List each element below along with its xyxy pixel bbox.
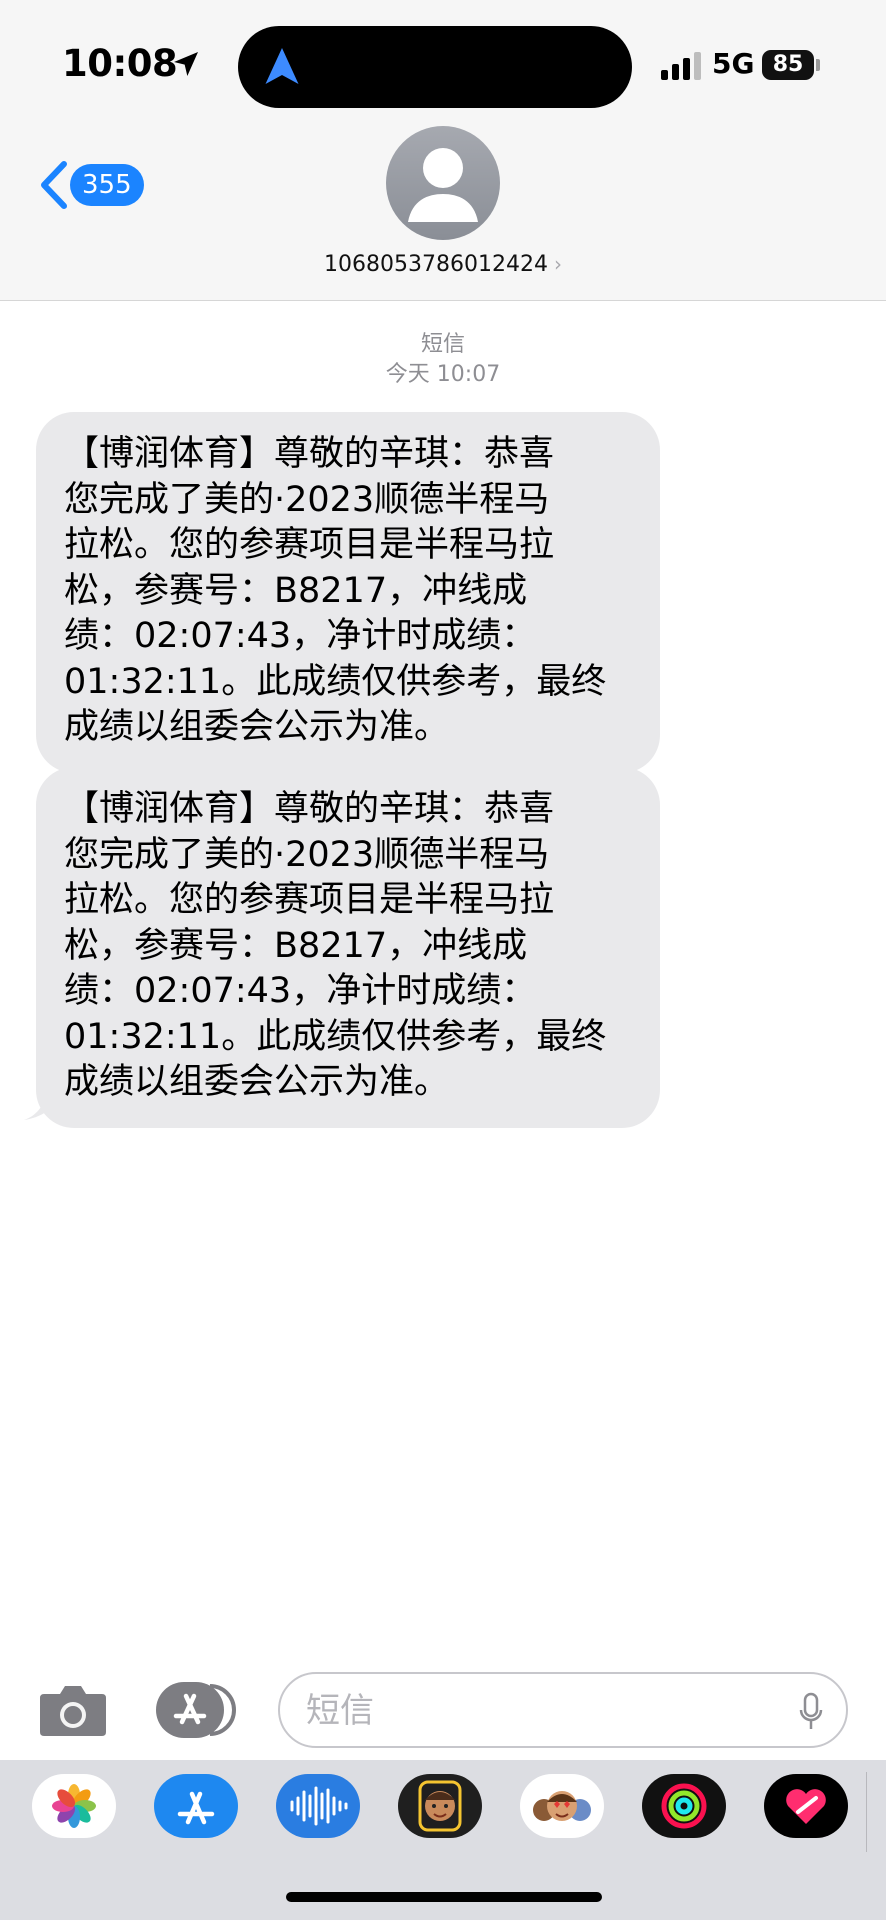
composer-bar: 短信: [0, 1660, 886, 1760]
message-line: 绩：02:07:43，净计时成绩：: [64, 971, 537, 1011]
message-line: 【博润体育】尊敬的辛琪：恭喜: [64, 789, 555, 829]
unread-count-badge[interactable]: 355: [70, 164, 144, 206]
message-bubble[interactable]: 【博润体育】尊敬的辛琪：恭喜 您完成了美的·2023顺德半程马 拉松。您的参赛项…: [36, 412, 660, 773]
digital-touch-icon[interactable]: [764, 1774, 848, 1838]
contact-number[interactable]: 1068053786012424: [324, 252, 548, 277]
message-line: 拉松。您的参赛项目是半程马拉: [64, 525, 555, 565]
chevron-right-icon: ›: [553, 252, 562, 276]
contact-name[interactable]: 1068053786012424 ›: [0, 252, 886, 277]
contact-avatar[interactable]: [386, 126, 500, 240]
message-line: 拉松。您的参赛项目是半程马拉: [64, 880, 555, 920]
message-line: 成绩以组委会公示为准。: [64, 1062, 450, 1102]
photos-icon[interactable]: [32, 1774, 116, 1838]
status-time: 10:08: [62, 42, 178, 85]
thread-meta: 短信 今天 10:07: [0, 330, 886, 390]
message-timestamp: 今天 10:07: [385, 362, 501, 387]
message-line: 01:32:11。此成绩仅供参考，最终: [64, 661, 607, 702]
message-line: 成绩以组委会公示为准。: [64, 707, 450, 747]
conversation-header: 10:08 5G 85 355 1068053786012424 ›: [0, 0, 886, 301]
message-line: 【博润体育】尊敬的辛琪：恭喜: [64, 434, 555, 474]
activity-icon[interactable]: [642, 1774, 726, 1838]
battery-cap: [816, 59, 820, 71]
microphone-icon[interactable]: [798, 1692, 824, 1732]
message-type-label: 短信: [420, 332, 465, 357]
app-store-icon[interactable]: [154, 1774, 238, 1838]
message-line: 绩：02:07:43，净计时成绩：: [64, 616, 537, 656]
message-input[interactable]: 短信: [278, 1672, 848, 1748]
person-silhouette-icon: [408, 148, 478, 222]
cellular-signal-icon: [661, 52, 701, 80]
audio-message-icon[interactable]: [276, 1774, 360, 1838]
home-indicator[interactable]: [286, 1892, 602, 1902]
message-bubble[interactable]: 【博润体育】尊敬的辛琪：恭喜 您完成了美的·2023顺德半程马 拉松。您的参赛项…: [36, 767, 660, 1128]
message-line: 松，参赛号：B8217，冲线成: [64, 925, 528, 966]
memoji-icon[interactable]: [398, 1774, 482, 1838]
network-type: 5G: [712, 47, 755, 80]
memoji-stickers-icon[interactable]: [520, 1774, 604, 1838]
message-line: 松，参赛号：B8217，冲线成: [64, 570, 528, 611]
tray-divider: [866, 1772, 867, 1852]
camera-icon[interactable]: [38, 1682, 108, 1738]
message-placeholder: 短信: [306, 1691, 374, 1731]
apps-icon[interactable]: [156, 1682, 238, 1738]
dynamic-island[interactable]: [238, 26, 632, 108]
back-chevron-icon[interactable]: [36, 160, 72, 210]
message-line: 您完成了美的·2023顺德半程马: [64, 479, 550, 520]
navigation-arrow-icon: [265, 48, 299, 84]
message-line: 01:32:11。此成绩仅供参考，最终: [64, 1016, 607, 1057]
location-arrow-icon: [174, 52, 198, 76]
bubble-tail: [24, 1094, 62, 1120]
message-line: 您完成了美的·2023顺德半程马: [64, 834, 550, 875]
battery-indicator: 85: [762, 50, 814, 80]
